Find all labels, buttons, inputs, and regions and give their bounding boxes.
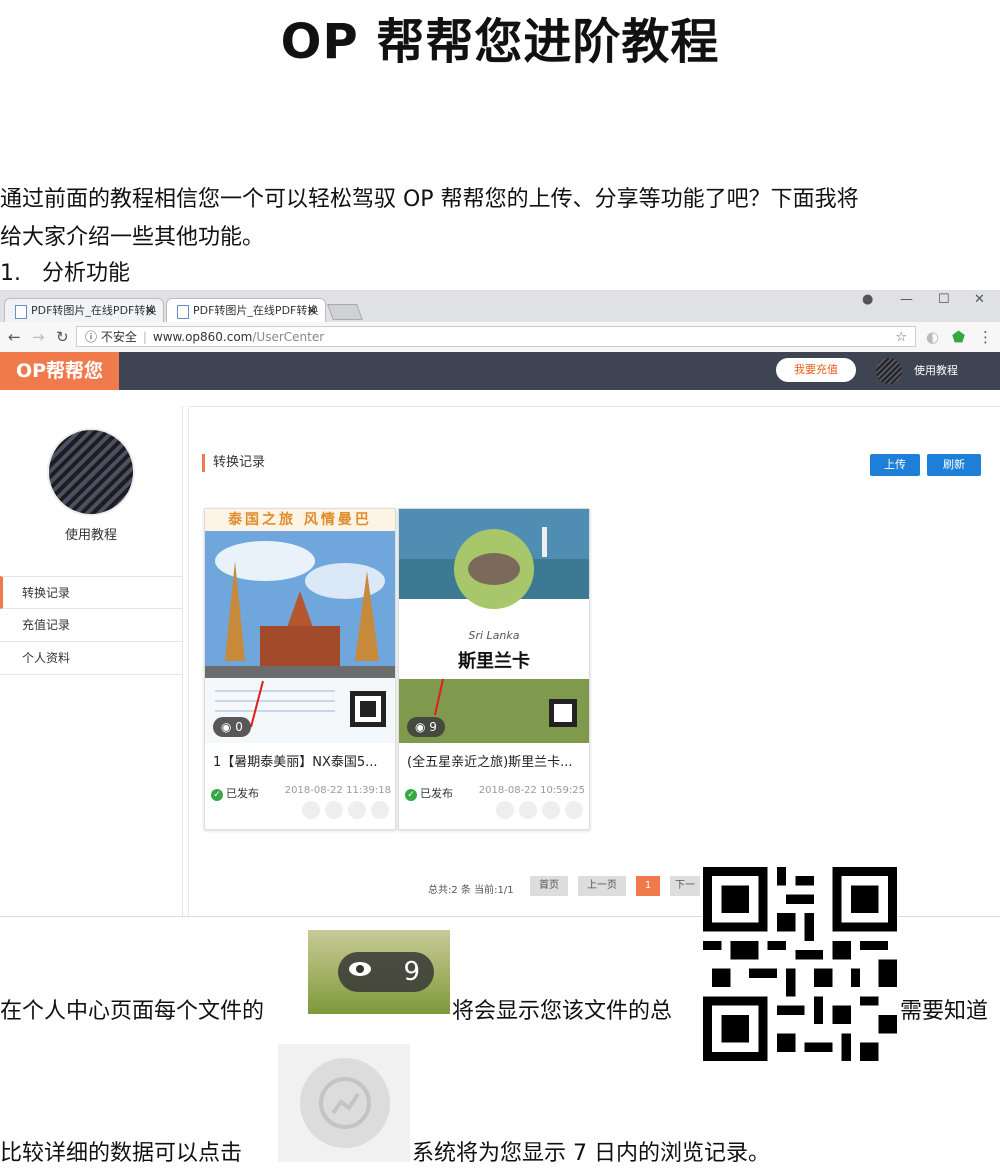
url-field[interactable]: ⓘ 不安全 | www.op860.com/UserCenter ☆ — [76, 326, 916, 347]
window-close-icon[interactable]: ✕ — [974, 292, 985, 307]
view-count: 9 — [429, 720, 437, 734]
view-count-pill: 9 — [338, 952, 434, 992]
app-logo[interactable]: OP帮帮您 — [0, 352, 119, 390]
maximize-icon[interactable]: ☐ — [938, 292, 950, 307]
paragraph-2a: 在个人中心页面每个文件的 — [0, 999, 265, 1024]
file-title[interactable]: 1【暑期泰美丽】NX泰国5... — [213, 751, 389, 770]
share-icon[interactable] — [519, 801, 537, 819]
eye-icon: ◉ — [221, 720, 236, 734]
page-icon — [177, 305, 189, 319]
forward-icon[interactable]: → — [32, 328, 45, 346]
page-icon — [15, 305, 27, 319]
address-bar: ← → ↻ ⓘ 不安全 | www.op860.com/UserCenter ☆ ◐… — [0, 322, 1000, 353]
shield-icon[interactable]: ⬟ — [952, 328, 965, 346]
profile-name: 使用教程 — [64, 528, 117, 543]
srilanka-image — [399, 509, 589, 743]
embedded-screenshot: PDF转图片_在线PDF转换 ✕ PDF转图片_在线PDF转换 ✕ ● — ☐ … — [0, 290, 1000, 917]
insecure-label: 不安全 — [100, 330, 137, 344]
pager-prev-button[interactable]: 上一页 — [578, 876, 626, 896]
status-text: 已发布 — [226, 787, 259, 800]
refresh-button[interactable]: 刷新 — [927, 454, 981, 476]
tutorial-link[interactable]: 使用教程 — [914, 352, 958, 390]
browser-tabbar: PDF转图片_在线PDF转换 ✕ PDF转图片_在线PDF转换 ✕ ● — ☐ … — [0, 290, 1000, 322]
profile-avatar — [49, 430, 133, 514]
status-badge: ✓ 已发布 — [211, 785, 259, 801]
pager-info: 总共:2 条 当前:1/1 — [428, 885, 514, 896]
intro-line-1: 通过前面的教程相信您一个可以轻松驾驭 OP 帮帮您的上传、分享等功能了吧？下面我… — [0, 187, 859, 212]
thumbnail-banner: 斯里兰卡 — [458, 651, 530, 672]
temple-image — [205, 531, 395, 743]
analytics-button-image — [278, 1044, 410, 1162]
file-date: 2018-08-22 11:39:18 — [284, 785, 391, 796]
file-title[interactable]: (全五星亲近之旅)斯里兰卡... — [407, 751, 583, 770]
view-count-image: 9 — [308, 930, 450, 1014]
new-tab-button[interactable] — [327, 304, 363, 320]
menu-icon[interactable]: ⋮ — [978, 328, 993, 346]
section-heading: 1. 分析功能 — [0, 261, 130, 286]
eye-icon — [349, 962, 371, 976]
browser-tab-1[interactable]: PDF转图片_在线PDF转换 ✕ — [4, 298, 164, 322]
file-card[interactable]: 泰国之旅 风情曼巴 ◉ 0 1【暑期泰美丽】NX泰国5... ✓ 已发布 201… — [204, 508, 396, 830]
info-icon: ⓘ — [85, 330, 98, 344]
qr-code — [703, 867, 897, 1061]
pager-current-page[interactable]: 1 — [636, 876, 660, 896]
file-card[interactable]: Sri Lanka 斯里兰卡 ◉ 9 (全五星亲近之旅)斯里兰卡... ✓ 已发布… — [398, 508, 590, 830]
close-icon[interactable]: ✕ — [145, 299, 155, 323]
sidebar-item-profile[interactable]: 个人资料 — [0, 642, 182, 675]
file-thumbnail[interactable]: 泰国之旅 风情曼巴 ◉ 0 — [205, 509, 395, 743]
user-icon[interactable] — [542, 801, 560, 819]
back-icon[interactable]: ← — [8, 328, 21, 346]
card-actions — [297, 801, 389, 823]
url-path: /UserCenter — [252, 330, 325, 344]
eye-icon: ◉ — [415, 720, 430, 734]
app-header: OP帮帮您 我要充值 使用教程 — [0, 352, 1000, 390]
paragraph-3a: 比较详细的数据可以点击 — [0, 1141, 243, 1166]
view-count: 9 — [403, 957, 420, 987]
avatar[interactable] — [876, 358, 902, 384]
pager-first-button[interactable]: 首页 — [530, 876, 568, 896]
view-count: 0 — [235, 720, 243, 734]
sidebar-item-recharge[interactable]: 充值记录 — [0, 609, 182, 642]
paragraph-2c: 需要知道 — [900, 999, 989, 1024]
delete-icon[interactable] — [565, 801, 583, 819]
document-title: OP 帮帮您进阶教程 — [280, 14, 720, 70]
section-title: 转换记录 — [202, 454, 265, 472]
paragraph-2b: 将会显示您该文件的总 — [452, 999, 673, 1024]
thumbnail-subtitle: Sri Lanka — [468, 629, 520, 642]
extension-icon[interactable]: ◐ — [926, 328, 939, 346]
sidebar: 使用教程 转换记录 充值记录 个人资料 — [0, 406, 183, 916]
user-icon[interactable] — [348, 801, 366, 819]
reload-icon[interactable]: ↻ — [56, 328, 69, 346]
thumbnail-banner: 泰国之旅 风情曼巴 — [205, 509, 395, 531]
share-icon[interactable] — [325, 801, 343, 819]
recharge-button[interactable]: 我要充值 — [776, 358, 856, 382]
analytics-icon — [300, 1058, 390, 1148]
paragraph-3b: 系统将为您显示 7 日内的浏览记录。 — [412, 1141, 770, 1166]
pager-next-button[interactable]: 下一 — [670, 876, 700, 896]
upload-button[interactable]: 上传 — [870, 454, 920, 476]
browser-tab-2[interactable]: PDF转图片_在线PDF转换 ✕ — [166, 298, 326, 322]
analytics-icon[interactable] — [496, 801, 514, 819]
file-date: 2018-08-22 10:59:25 — [478, 785, 585, 796]
status-badge: ✓ 已发布 — [405, 785, 453, 801]
minimize-icon[interactable]: — — [900, 292, 913, 307]
tab-label: PDF转图片_在线PDF转换 — [193, 304, 319, 317]
url-host: www.op860.com — [152, 330, 253, 344]
sidebar-item-conversions[interactable]: 转换记录 — [0, 576, 182, 609]
check-icon: ✓ — [211, 789, 223, 801]
bookmark-star-icon[interactable]: ☆ — [895, 327, 907, 348]
status-text: 已发布 — [420, 787, 453, 800]
file-thumbnail[interactable]: Sri Lanka 斯里兰卡 ◉ 9 — [399, 509, 589, 743]
check-icon: ✓ — [405, 789, 417, 801]
view-count-badge: ◉ 9 — [407, 717, 445, 737]
intro-line-2: 给大家介绍一些其他功能。 — [0, 225, 265, 250]
card-actions — [491, 801, 583, 823]
tab-label: PDF转图片_在线PDF转换 — [31, 304, 157, 317]
close-icon[interactable]: ✕ — [307, 299, 317, 323]
delete-icon[interactable] — [371, 801, 389, 819]
analytics-icon[interactable] — [302, 801, 320, 819]
profile-icon[interactable]: ● — [862, 292, 873, 307]
view-count-badge: ◉ 0 — [213, 717, 251, 737]
